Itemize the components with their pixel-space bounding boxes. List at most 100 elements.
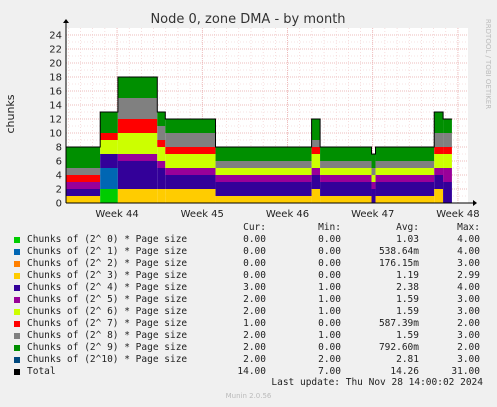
y-axis-label: chunks bbox=[4, 94, 17, 133]
legend-swatch bbox=[14, 357, 20, 363]
y-tick-label: 18 bbox=[49, 73, 62, 84]
legend-cur-value: 0.00 bbox=[243, 246, 266, 257]
area-segment bbox=[215, 175, 312, 182]
area-segment bbox=[443, 133, 452, 147]
legend-series-name: Chunks of (2^ 2) * Page size bbox=[27, 258, 188, 269]
area-segment bbox=[375, 175, 435, 182]
legend-min-value: 1.00 bbox=[318, 306, 341, 317]
legend-swatch bbox=[14, 249, 20, 255]
legend-cur-value: 0.00 bbox=[243, 258, 266, 269]
area-segment bbox=[165, 189, 216, 203]
area-segment bbox=[443, 119, 452, 133]
legend-header-cur: Cur: bbox=[243, 222, 266, 233]
x-tick-label: Week 47 bbox=[351, 209, 394, 220]
area-segment bbox=[371, 154, 376, 168]
y-tick-label: 12 bbox=[49, 115, 62, 126]
y-tick-label: 8 bbox=[56, 143, 62, 154]
legend-avg-value: 2.81 bbox=[396, 354, 419, 365]
area-segment bbox=[157, 140, 166, 147]
legend-max-value: 2.00 bbox=[457, 318, 480, 329]
area-segment bbox=[117, 161, 158, 189]
legend-avg-value: 1.59 bbox=[396, 294, 419, 305]
legend-avg-value: 792.60m bbox=[378, 342, 419, 353]
legend-row: Chunks of (2^ 5) * Page size 2.00 1.00 1.59… bbox=[12, 294, 492, 306]
area-segment bbox=[165, 168, 216, 175]
area-segment bbox=[434, 189, 444, 203]
legend-row: Chunks of (2^ 0) * Page size 0.00 0.00 1.03… bbox=[12, 234, 492, 246]
legend-swatch bbox=[14, 273, 20, 279]
area-segment bbox=[311, 140, 321, 147]
y-tick-label: 10 bbox=[49, 129, 62, 140]
area-segment bbox=[434, 175, 444, 189]
legend-swatch bbox=[14, 321, 20, 327]
area-segment bbox=[100, 189, 118, 203]
area-segment bbox=[371, 189, 376, 203]
legend-cur-value: 2.00 bbox=[243, 342, 266, 353]
area-segment bbox=[157, 126, 166, 140]
area-segment bbox=[320, 147, 372, 161]
legend-swatch bbox=[14, 369, 20, 375]
legend-min-value: 0.00 bbox=[318, 234, 341, 245]
legend-min-value: 0.00 bbox=[318, 318, 341, 329]
legend-header-avg: Avg: bbox=[396, 222, 419, 233]
x-tick-label: Week 46 bbox=[266, 209, 309, 220]
legend-min-value: 1.00 bbox=[318, 330, 341, 341]
legend-swatch bbox=[14, 237, 20, 243]
area-segment bbox=[434, 133, 444, 147]
area-segment bbox=[375, 196, 435, 203]
area-segment bbox=[66, 196, 101, 203]
area-segment bbox=[434, 154, 444, 168]
area-segment bbox=[165, 175, 216, 189]
legend-series-name: Chunks of (2^ 9) * Page size bbox=[27, 342, 188, 353]
area-segment bbox=[375, 182, 435, 196]
y-tick-label: 0 bbox=[56, 199, 62, 210]
area-segment bbox=[117, 189, 158, 203]
x-tick-label: Week 48 bbox=[436, 209, 479, 220]
area-segment bbox=[320, 182, 372, 196]
area-segment bbox=[311, 147, 321, 154]
area-segment bbox=[100, 168, 118, 189]
area-segment bbox=[157, 112, 166, 126]
legend-min-value: 0.00 bbox=[318, 270, 341, 281]
legend-swatch bbox=[14, 333, 20, 339]
legend-series-name: Chunks of (2^ 6) * Page size bbox=[27, 306, 188, 317]
area-segment bbox=[443, 147, 452, 154]
area-segment bbox=[311, 154, 321, 168]
area-segment bbox=[157, 168, 166, 189]
area-segment bbox=[443, 168, 452, 182]
area-segment bbox=[100, 112, 118, 133]
legend-series-name: Chunks of (2^ 4) * Page size bbox=[27, 282, 188, 293]
area-segment bbox=[215, 182, 312, 196]
legend-max-value: 3.00 bbox=[457, 354, 480, 365]
legend-series-name: Chunks of (2^ 5) * Page size bbox=[27, 294, 188, 305]
area-segment bbox=[157, 161, 166, 168]
legend-cur-value: 2.00 bbox=[243, 330, 266, 341]
legend-series-name: Chunks of (2^ 1) * Page size bbox=[27, 246, 188, 257]
chart: Node 0, zone DMA - by month chunks RRDTO… bbox=[4, 12, 492, 220]
legend-row: Chunks of (2^ 4) * Page size 3.00 1.00 2.38… bbox=[12, 282, 492, 294]
legend-avg-value: 2.38 bbox=[396, 282, 419, 293]
area-segment bbox=[375, 168, 435, 175]
x-tick-label: Week 44 bbox=[95, 209, 138, 220]
legend-header: Cur: Min: Avg: Max: bbox=[12, 222, 492, 234]
area-segment bbox=[66, 175, 101, 182]
area-segment bbox=[320, 196, 372, 203]
area-segment bbox=[100, 154, 118, 168]
legend-avg-value: 538.64m bbox=[378, 246, 419, 257]
legend-avg-value: 1.19 bbox=[396, 270, 419, 281]
y-tick-label: 2 bbox=[56, 185, 62, 196]
legend-cur-value: 14.00 bbox=[237, 366, 266, 377]
legend-swatch bbox=[14, 309, 20, 315]
y-tick-label: 16 bbox=[49, 87, 62, 98]
watermark: RRDTOOL / TOBI OETIKER bbox=[484, 19, 492, 109]
area-segment bbox=[311, 119, 321, 140]
legend-row: Chunks of (2^ 8) * Page size 2.00 1.00 1.59… bbox=[12, 330, 492, 342]
legend-series-name: Chunks of (2^ 0) * Page size bbox=[27, 234, 188, 245]
legend-swatch bbox=[14, 345, 20, 351]
area-segment bbox=[100, 140, 118, 154]
legend-avg-value: 1.03 bbox=[396, 234, 419, 245]
legend-avg-value: 1.59 bbox=[396, 330, 419, 341]
legend-max-value: 2.00 bbox=[457, 342, 480, 353]
y-tick-label: 22 bbox=[49, 45, 62, 56]
area-segment bbox=[320, 161, 372, 168]
